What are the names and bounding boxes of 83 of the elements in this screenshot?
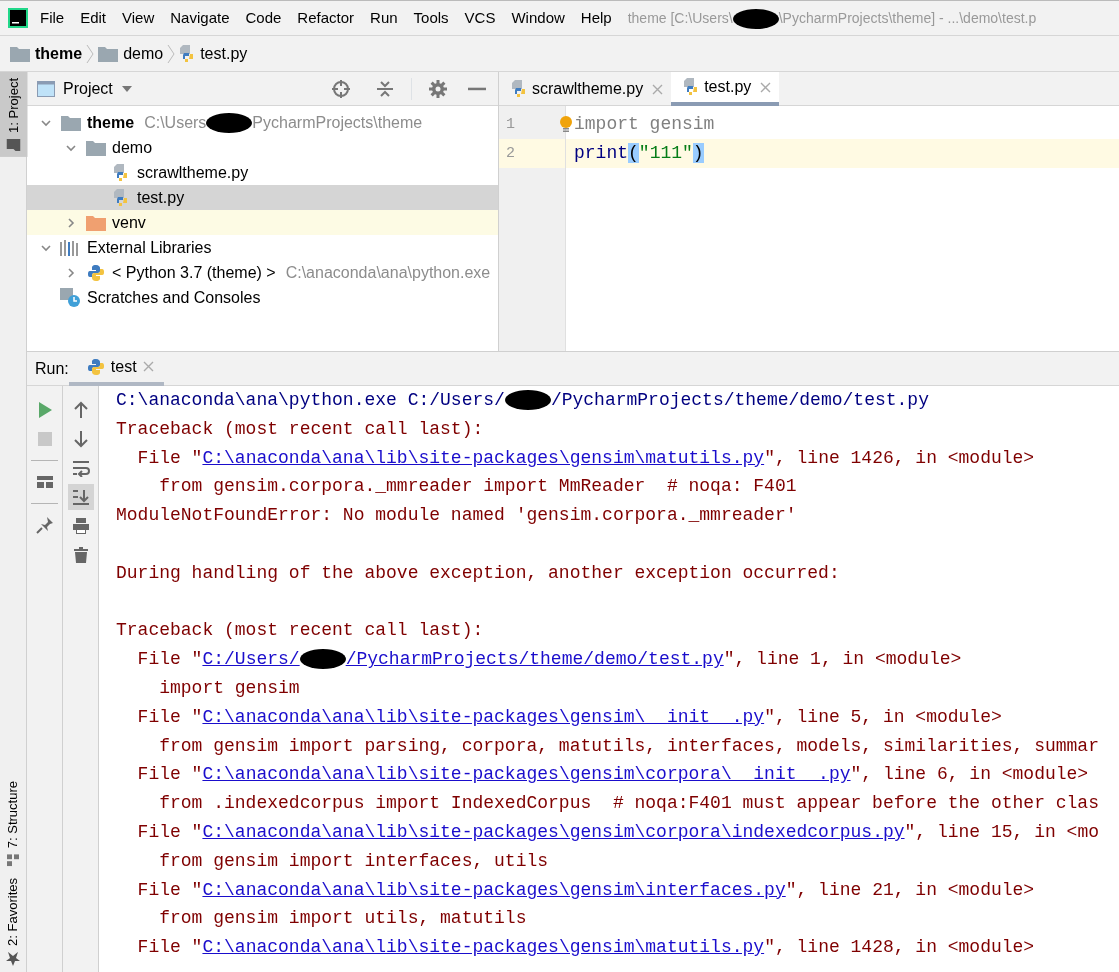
tree-item-label: scrawltheme.py — [137, 162, 249, 183]
line-number: 1 — [506, 116, 515, 133]
path-hint: PycharmProjects\theme — [252, 113, 423, 131]
run-label: Run: — [35, 358, 69, 379]
console-text: During handling of the above exception, another exception occurred: — [116, 562, 840, 583]
file-link[interactable]: C:\anaconda\ana\lib\site-packages\gensim\__init__.py — [202, 706, 765, 727]
console-text: ", line 21, in <module> — [785, 879, 1035, 900]
console-text: ", line 5, in <module> — [764, 706, 1002, 727]
console-text: C:\anaconda\ana\python.exe C:/Users/ — [116, 390, 505, 410]
line-number: 2 — [506, 145, 515, 162]
menu-item[interactable]: Refactor — [289, 1, 363, 35]
tree-item-label: < Python 3.7 (theme) > — [112, 262, 276, 283]
console-text: File " — [136, 879, 203, 900]
console-text: Traceback (most recent call last): — [116, 418, 484, 439]
code-token: print — [574, 143, 628, 163]
tool-window-tab[interactable]: 1: Project — [0, 72, 28, 157]
file-link[interactable]: C:/Users/ — [202, 649, 300, 670]
tree-item[interactable]: venv — [27, 210, 498, 235]
tree-item[interactable]: Scratches and Consoles — [27, 285, 498, 310]
panel-title[interactable]: Project — [63, 76, 113, 101]
console-text: File " — [136, 706, 203, 727]
menu-item[interactable]: Window — [503, 1, 573, 35]
menu-item[interactable]: File — [32, 1, 73, 35]
console-text: File " — [136, 649, 203, 670]
breadcrumb-item[interactable]: demo — [123, 41, 164, 66]
console-text: ", line 1, in <module> — [723, 649, 962, 670]
code-token: "111" — [638, 143, 693, 163]
tree-item-label: demo — [112, 137, 153, 158]
breadcrumb-item[interactable]: theme — [35, 41, 83, 66]
tree-item-label: External Libraries — [87, 237, 212, 258]
console-text: ", line 1426, in <module> — [764, 447, 1035, 468]
menu-item[interactable]: Navigate — [162, 1, 238, 35]
code-token: ( — [628, 143, 639, 163]
breadcrumb-item[interactable]: test.py — [200, 41, 248, 66]
tree-item[interactable]: demo — [27, 135, 498, 160]
console-text: ModuleNotFoundError: No module named 'gensim.corpora._mmreader' — [116, 505, 797, 526]
console-text: ", line 1428, in <module> — [764, 937, 1035, 958]
path-hint: C:\anaconda\ana\python.exe — [285, 263, 491, 281]
console-text: File " — [136, 764, 203, 785]
menu-item[interactable]: Edit — [72, 1, 115, 35]
file-link[interactable]: C:\anaconda\ana\lib\site-packages\gensim\matutils.py — [202, 447, 765, 468]
tree-item[interactable]: External Libraries — [27, 235, 498, 260]
console-text: ", line 15, in <mo — [904, 821, 1099, 842]
code-token: ) — [692, 143, 704, 163]
tool-window-tab[interactable]: 2: Favorites — [0, 872, 26, 972]
path-hint: C:\Users — [144, 113, 207, 131]
editor-tab[interactable]: test.py — [671, 72, 780, 106]
tree-item[interactable]: < Python 3.7 (theme) > C:\anaconda\ana\python.exe — [27, 260, 498, 285]
console-text: File " — [136, 447, 203, 468]
tree-item-label: test.py — [137, 187, 185, 208]
console-text: File " — [136, 937, 203, 958]
console-text: from gensim import parsing, corpora, matutils, interfaces, models, similarities, summar — [158, 735, 1099, 756]
file-link[interactable]: C:\anaconda\ana\lib\site-packages\gensim\corpora\__init__.py — [202, 764, 851, 785]
code-token: import gensim — [574, 114, 715, 134]
console-text: from gensim import utils, matutils — [158, 908, 527, 929]
tree-item-label: Scratches and Consoles — [87, 287, 261, 308]
menu-item[interactable]: Tools — [405, 1, 457, 35]
window-title: \PycharmProjects\theme] - ...\demo\test.p — [778, 10, 1037, 26]
editor-tab[interactable]: scrawltheme.py — [499, 72, 672, 106]
menu-item[interactable]: Help — [572, 1, 620, 35]
tree-item[interactable]: scrawltheme.py — [27, 160, 498, 185]
console-text: ", line 6, in <module> — [850, 764, 1089, 785]
menu-item[interactable]: Code — [237, 1, 290, 35]
tool-window-tab[interactable]: 7: Structure — [0, 774, 26, 873]
file-link[interactable]: C:\anaconda\ana\lib\site-packages\gensim\matutils.py — [202, 937, 765, 958]
console-text: /PycharmProjects/theme/demo/test.py — [550, 390, 929, 410]
console-text: File " — [136, 821, 203, 842]
console-text: import gensim — [158, 677, 300, 698]
tree-item-label: theme — [87, 112, 135, 133]
file-link[interactable]: C:\anaconda\ana\lib\site-packages\gensim\corpora\indexedcorpus.py — [202, 821, 905, 842]
tree-item-label: venv — [112, 212, 146, 233]
console-text: from gensim.corpora._mmreader import MmReader # noqa: F401 — [158, 476, 797, 497]
console-text: Traceback (most recent call last): — [116, 620, 484, 641]
tree-item[interactable]: test.py — [27, 185, 498, 210]
menu-item[interactable]: Run — [362, 1, 406, 35]
tree-item[interactable]: theme C:\Users PycharmProjects\theme — [27, 110, 498, 135]
console-text: from gensim import interfaces, utils — [158, 850, 549, 871]
menu-item[interactable]: VCS — [456, 1, 504, 35]
console-text: from .indexedcorpus import IndexedCorpus # noqa:F401 must appear before the other clas — [158, 793, 1099, 814]
window-title: theme [C:\Users\ — [627, 10, 733, 26]
file-link[interactable]: /PycharmProjects/theme/demo/test.py — [345, 649, 724, 670]
menu-item[interactable]: View — [114, 1, 163, 35]
file-link[interactable]: C:\anaconda\ana\lib\site-packages\gensim\interfaces.py — [202, 879, 786, 900]
